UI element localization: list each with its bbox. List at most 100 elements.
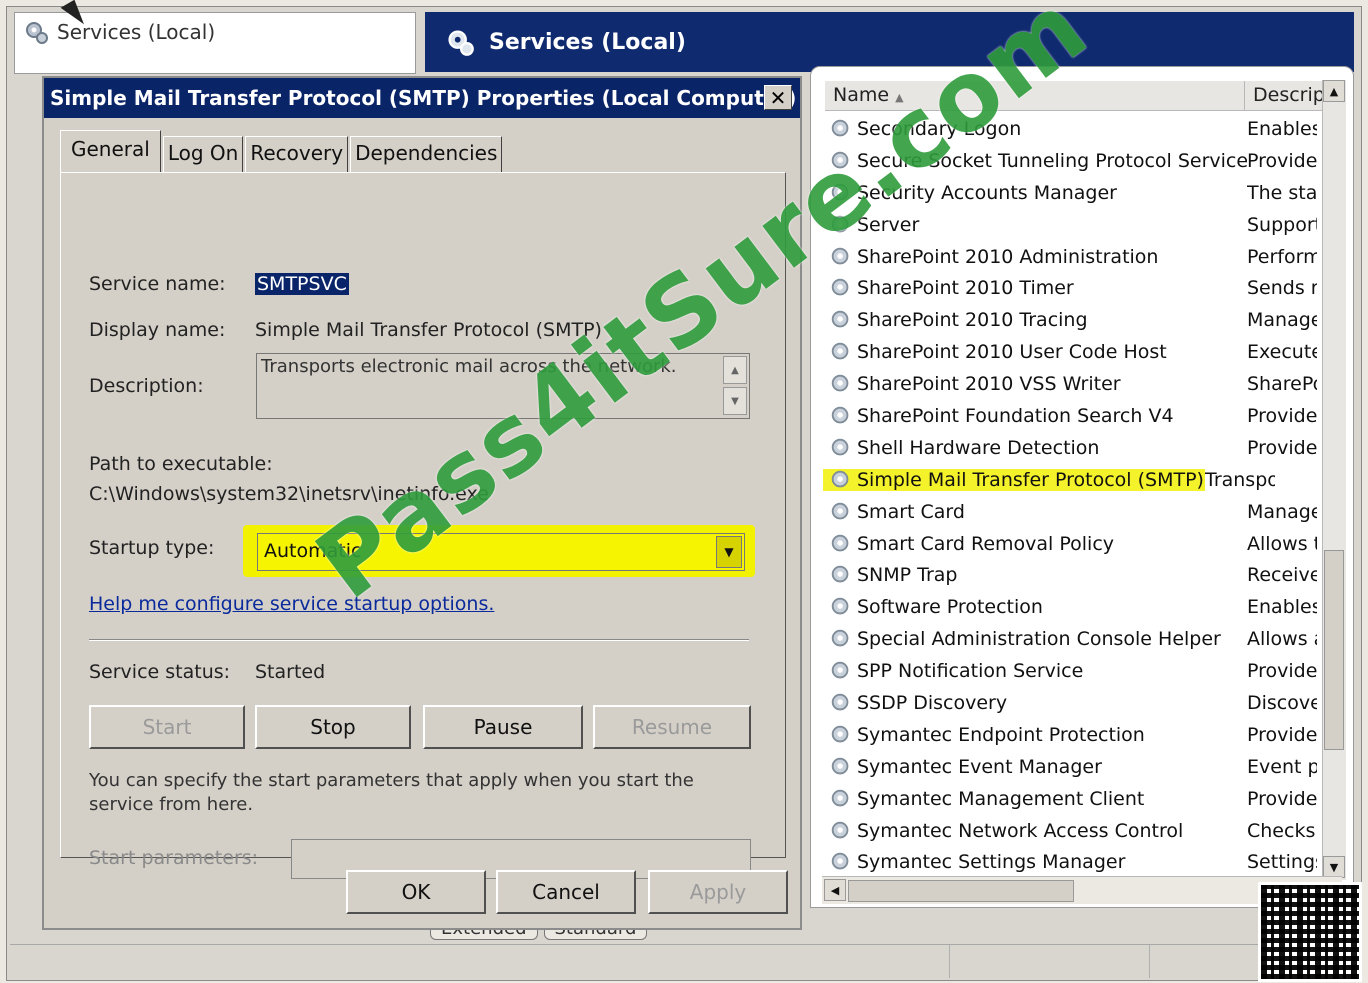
chevron-down-icon[interactable]: ▼ bbox=[716, 536, 742, 568]
dialog-title: Simple Mail Transfer Protocol (SMTP) Pro… bbox=[50, 86, 797, 110]
table-row[interactable]: Symantec Event Manager Event p bbox=[825, 751, 1345, 783]
table-row[interactable]: Special Administration Console Helper All… bbox=[825, 623, 1345, 655]
service-gear-icon bbox=[825, 436, 857, 460]
table-row[interactable]: SharePoint 2010 VSS Writer SharePo bbox=[825, 368, 1345, 400]
service-description-cell: Sends r bbox=[1247, 277, 1317, 300]
table-row[interactable]: SNMP Trap Receive bbox=[825, 559, 1345, 591]
tab-log-on[interactable]: Log On bbox=[162, 136, 244, 172]
hscroll-thumb[interactable] bbox=[848, 880, 1074, 902]
table-row[interactable]: SharePoint 2010 User Code Host Execute bbox=[825, 336, 1345, 368]
display-name-value: Simple Mail Transfer Protocol (SMTP) bbox=[255, 319, 602, 341]
service-name-value[interactable]: SMTPSVC bbox=[255, 273, 349, 295]
service-name-cell: SharePoint 2010 Tracing bbox=[857, 309, 1088, 332]
service-description-cell: Provide bbox=[1247, 787, 1317, 810]
pause-button[interactable]: Pause bbox=[423, 705, 583, 749]
path-value: C:\Windows\system32\inetsrv\inetinfo.exe bbox=[89, 483, 489, 505]
table-row[interactable]: Smart Card Removal Policy Allows t bbox=[825, 528, 1345, 560]
service-name-cell: Security Accounts Manager bbox=[857, 181, 1117, 204]
column-header-name[interactable]: Name ▲ bbox=[825, 81, 1245, 110]
description-field[interactable]: Transports electronic mail across the ne… bbox=[256, 353, 750, 419]
table-row[interactable]: Simple Mail Transfer Protocol (SMTP) Tran… bbox=[823, 464, 1345, 496]
service-name-cell: Simple Mail Transfer Protocol (SMTP) bbox=[823, 468, 1205, 491]
tab-general[interactable]: General bbox=[60, 130, 161, 172]
service-gear-icon bbox=[825, 149, 857, 173]
service-status-label: Service status: bbox=[89, 661, 231, 683]
service-name-cell: Symantec Settings Manager bbox=[857, 851, 1126, 874]
service-gear-icon bbox=[825, 819, 857, 843]
table-row[interactable]: Smart Card Manage bbox=[825, 496, 1345, 528]
table-row[interactable]: Symantec Management Client Provide bbox=[825, 783, 1345, 815]
service-gear-icon bbox=[825, 691, 857, 715]
table-row[interactable]: Security Accounts Manager The sta bbox=[825, 177, 1345, 209]
service-description-cell: Manage bbox=[1247, 500, 1317, 523]
display-name-label: Display name: bbox=[89, 319, 226, 341]
service-name-cell: Symantec Event Manager bbox=[857, 755, 1102, 778]
tab-recovery[interactable]: Recovery bbox=[245, 136, 349, 172]
service-name-cell: Secondary Logon bbox=[857, 117, 1022, 140]
scroll-up-icon[interactable]: ▲ bbox=[723, 356, 747, 384]
service-name-cell: SPP Notification Service bbox=[857, 660, 1084, 683]
start-params-help-text: You can specify the start parameters tha… bbox=[89, 770, 694, 815]
table-row[interactable]: Server Support bbox=[825, 209, 1345, 241]
service-gear-icon bbox=[825, 755, 857, 779]
service-gear-icon bbox=[825, 723, 857, 747]
service-description-cell: Event p bbox=[1247, 755, 1317, 778]
service-gear-icon bbox=[825, 372, 857, 396]
service-name-cell: Special Administration Console Helper bbox=[857, 628, 1221, 651]
table-row[interactable]: SPP Notification Service Provide bbox=[825, 655, 1345, 687]
startup-type-value: Automatic bbox=[264, 540, 362, 562]
service-name-cell: Symantec Network Access Control bbox=[857, 819, 1184, 842]
service-name-cell: Shell Hardware Detection bbox=[857, 436, 1100, 459]
gears-icon bbox=[448, 30, 474, 56]
service-description-cell: Provide bbox=[1247, 660, 1317, 683]
table-row[interactable]: Shell Hardware Detection Provide bbox=[825, 432, 1345, 464]
cancel-button[interactable]: Cancel bbox=[496, 870, 636, 914]
service-gear-icon bbox=[825, 468, 857, 492]
help-configure-link[interactable]: Help me configure service startup option… bbox=[89, 593, 494, 615]
service-name-cell: Secure Socket Tunneling Protocol Service bbox=[857, 149, 1247, 172]
table-row[interactable]: Software Protection Enables bbox=[825, 591, 1345, 623]
table-row[interactable]: SSDP Discovery Discove bbox=[825, 687, 1345, 719]
qr-code-image bbox=[1258, 882, 1362, 982]
service-description-cell: Provide bbox=[1247, 436, 1317, 459]
tree-node-services-local[interactable]: Services (Local) bbox=[23, 19, 215, 45]
dialog-title-bar[interactable]: Simple Mail Transfer Protocol (SMTP) Pro… bbox=[44, 78, 800, 118]
service-name-cell: SharePoint Foundation Search V4 bbox=[857, 404, 1174, 427]
scroll-down-icon[interactable]: ▼ bbox=[723, 387, 747, 415]
ok-button[interactable]: OK bbox=[346, 870, 486, 914]
service-gear-icon bbox=[825, 213, 857, 237]
service-gear-icon bbox=[825, 850, 857, 874]
service-gear-icon bbox=[825, 532, 857, 556]
apply-button[interactable]: Apply bbox=[648, 870, 788, 914]
close-icon[interactable]: ✕ bbox=[764, 85, 792, 110]
tab-dependencies[interactable]: Dependencies bbox=[350, 136, 503, 172]
scroll-down-icon[interactable]: ▼ bbox=[1323, 856, 1345, 878]
services-header: Services (Local) bbox=[425, 12, 1354, 72]
path-label: Path to executable: bbox=[89, 453, 273, 475]
dialog-tabs: General Log On Recovery Dependencies bbox=[60, 130, 504, 172]
table-row[interactable]: SharePoint 2010 Tracing Manage bbox=[825, 304, 1345, 336]
startup-type-select[interactable]: Automatic ▼ bbox=[257, 533, 745, 571]
start-button[interactable]: Start bbox=[89, 705, 245, 749]
scroll-up-icon[interactable]: ▲ bbox=[1323, 80, 1345, 102]
scroll-left-icon[interactable]: ◀ bbox=[824, 879, 846, 901]
startup-type-label: Startup type: bbox=[89, 537, 215, 559]
table-row[interactable]: SharePoint Foundation Search V4 Provide bbox=[825, 400, 1345, 432]
scroll-thumb[interactable] bbox=[1324, 550, 1344, 750]
service-gear-icon bbox=[825, 340, 857, 364]
service-gear-icon bbox=[825, 276, 857, 300]
service-gear-icon bbox=[825, 245, 857, 269]
table-row[interactable]: SharePoint 2010 Administration Perform bbox=[825, 241, 1345, 273]
table-row[interactable]: Secondary Logon Enables bbox=[825, 113, 1345, 145]
stop-button[interactable]: Stop bbox=[255, 705, 411, 749]
table-row[interactable]: Symantec Settings Manager Settings bbox=[825, 846, 1345, 878]
resume-button[interactable]: Resume bbox=[593, 705, 751, 749]
vertical-scrollbar[interactable]: ▲ ▼ bbox=[1322, 80, 1346, 880]
table-row[interactable]: Symantec Network Access Control Checks bbox=[825, 815, 1345, 847]
start-parameters-label: Start parameters: bbox=[89, 847, 259, 869]
table-row[interactable]: Secure Socket Tunneling Protocol Service… bbox=[825, 145, 1345, 177]
gears-icon bbox=[26, 22, 48, 44]
description-scrollbar[interactable]: ▲ ▼ bbox=[723, 356, 747, 416]
table-row[interactable]: SharePoint 2010 Timer Sends r bbox=[825, 272, 1345, 304]
table-row[interactable]: Symantec Endpoint Protection Provide bbox=[825, 719, 1345, 751]
